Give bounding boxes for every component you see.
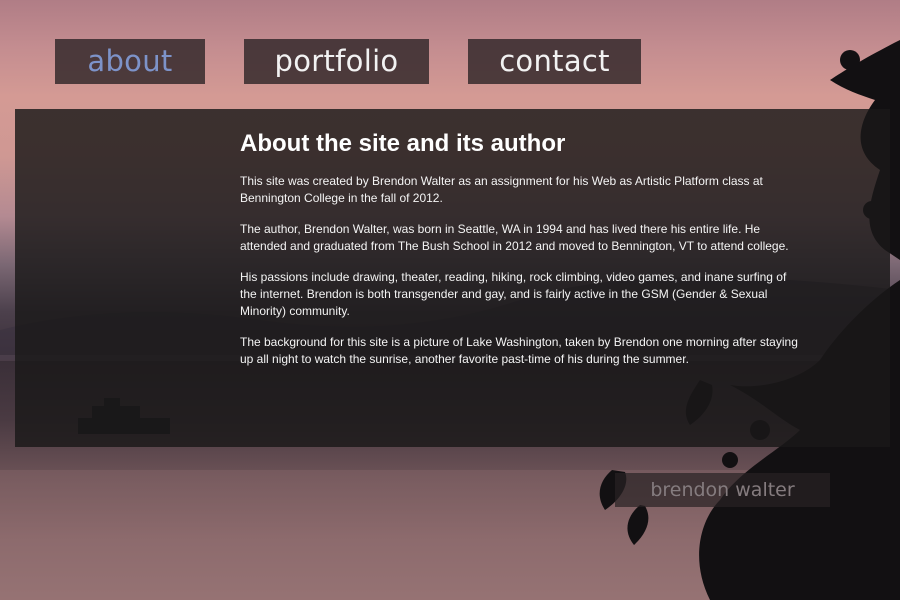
- paragraph-passions: His passions include drawing, theater, r…: [240, 270, 787, 318]
- site-signature: brendon walter: [615, 473, 830, 507]
- paragraph-author: The author, Brendon Walter, was born in …: [240, 222, 789, 253]
- tab-contact[interactable]: contact: [468, 39, 641, 84]
- paragraph-background: The background for this site is a pictur…: [240, 335, 798, 366]
- tab-about[interactable]: about: [55, 39, 205, 84]
- content-body: About the site and its author This site …: [240, 129, 800, 382]
- page-title: About the site and its author: [240, 130, 566, 157]
- paragraph-intro: This site was created by Brendon Walter …: [240, 174, 763, 205]
- content-panel: About the site and its author This site …: [15, 109, 890, 447]
- tab-portfolio[interactable]: portfolio: [244, 39, 429, 84]
